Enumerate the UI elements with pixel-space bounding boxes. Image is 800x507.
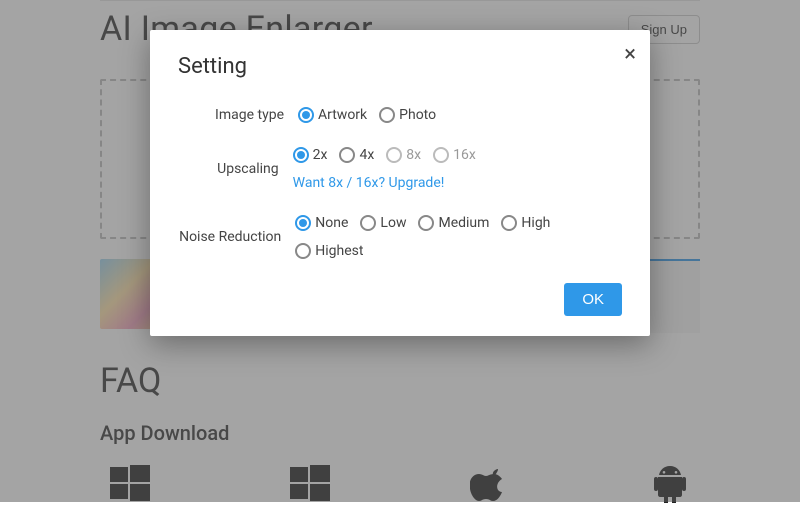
radio-8x-label: 8x	[406, 147, 421, 163]
ok-button[interactable]: OK	[564, 283, 622, 316]
radio-artwork[interactable]: Artwork	[298, 107, 367, 123]
settings-modal: × Setting Image type Artwork Photo Upsca…	[150, 30, 650, 336]
radio-8x[interactable]: 8x	[386, 147, 421, 163]
close-icon[interactable]: ×	[624, 44, 636, 66]
radio-16x[interactable]: 16x	[433, 147, 476, 163]
radio-noise-highest[interactable]: Highest	[295, 243, 363, 259]
radio-16x-label: 16x	[453, 147, 476, 163]
upscaling-label: Upscaling	[178, 161, 293, 177]
radio-photo-label: Photo	[399, 107, 436, 123]
radio-noise-highest-label: Highest	[315, 243, 363, 259]
modal-title: Setting	[178, 54, 622, 79]
radio-noise-high[interactable]: High	[501, 215, 550, 231]
radio-4x[interactable]: 4x	[339, 147, 374, 163]
radio-noise-low[interactable]: Low	[360, 215, 406, 231]
radio-noise-none[interactable]: None	[295, 215, 348, 231]
radio-2x[interactable]: 2x	[293, 147, 328, 163]
radio-noise-high-label: High	[521, 215, 550, 231]
upgrade-link[interactable]: Want 8x / 16x? Upgrade!	[293, 175, 445, 191]
noise-label: Noise Reduction	[178, 229, 295, 245]
radio-noise-none-label: None	[315, 215, 348, 231]
radio-2x-label: 2x	[313, 147, 328, 163]
radio-noise-medium[interactable]: Medium	[418, 215, 489, 231]
radio-noise-low-label: Low	[380, 215, 406, 231]
radio-artwork-label: Artwork	[318, 107, 367, 123]
radio-photo[interactable]: Photo	[379, 107, 436, 123]
radio-4x-label: 4x	[359, 147, 374, 163]
image-type-label: Image type	[178, 107, 298, 123]
radio-noise-medium-label: Medium	[438, 215, 489, 231]
